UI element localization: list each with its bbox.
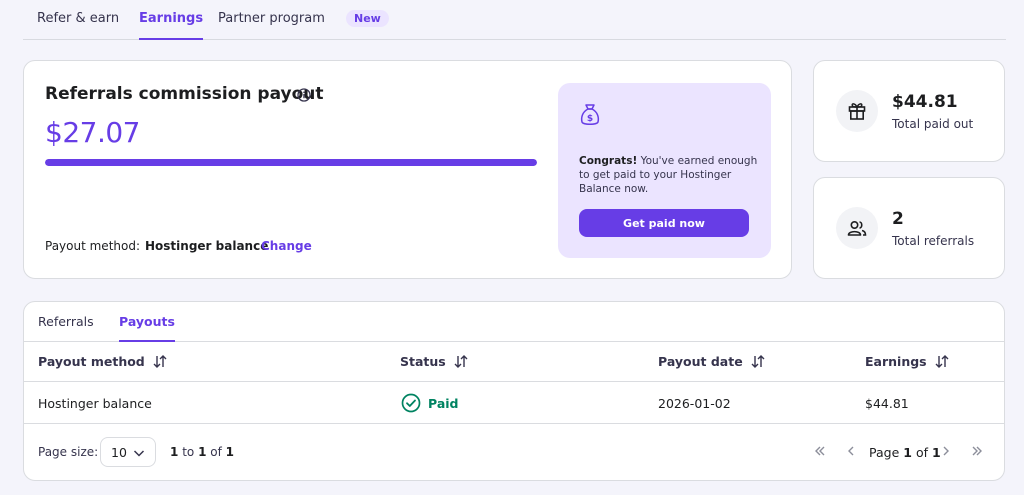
sort-icon bbox=[751, 355, 765, 368]
tab-partner-program[interactable]: Partner program bbox=[218, 11, 325, 40]
progress-fill bbox=[45, 159, 537, 166]
chevron-left-icon bbox=[848, 446, 854, 456]
sort-icon bbox=[153, 355, 167, 368]
congrats-bold: Congrats! bbox=[579, 155, 638, 167]
cell-payout-method: Hostinger balance bbox=[38, 396, 152, 411]
sort-icon bbox=[935, 355, 949, 368]
range-to-word: to bbox=[182, 445, 195, 459]
first-page-button[interactable] bbox=[811, 442, 829, 460]
check-circle-icon bbox=[401, 393, 421, 413]
range-total: 1 bbox=[225, 445, 235, 459]
pagination-range: 1 to 1 of 1 bbox=[170, 445, 234, 459]
change-payout-method-link[interactable]: Change bbox=[261, 239, 312, 253]
commission-card: Referrals commission payout $27.07 Payou… bbox=[23, 60, 792, 279]
table-header: Payout method Status Payout date Earning… bbox=[24, 342, 1004, 382]
top-tabs: Refer & earn Earnings Partner program Ne… bbox=[23, 0, 1006, 40]
payout-method-label: Payout method: bbox=[45, 239, 141, 253]
chevron-right-icon bbox=[943, 446, 949, 456]
users-icon bbox=[847, 220, 867, 236]
total-paid-out-label: Total paid out bbox=[892, 117, 974, 131]
tab-earnings[interactable]: Earnings bbox=[139, 11, 204, 40]
gift-icon bbox=[848, 103, 866, 120]
column-label: Earnings bbox=[865, 354, 927, 369]
cell-earnings: $44.81 bbox=[865, 396, 909, 411]
commission-amount: $27.07 bbox=[45, 116, 140, 149]
previous-page-button[interactable] bbox=[842, 442, 860, 460]
payouts-table-card: Referrals Payouts Payout method Status P… bbox=[23, 301, 1005, 481]
page-indicator: Page 1 of 1 bbox=[869, 445, 941, 460]
column-label: Status bbox=[400, 354, 446, 369]
column-label: Payout method bbox=[38, 354, 145, 369]
stat-icon-circle bbox=[836, 207, 878, 249]
cell-payout-date: 2026-01-02 bbox=[658, 396, 731, 411]
page-size-select[interactable]: 10 bbox=[100, 437, 156, 467]
page-word: Page bbox=[869, 445, 900, 460]
congrats-panel: $ Congrats! You've earned enough to get … bbox=[558, 83, 771, 258]
congrats-message: Congrats! You've earned enough to get pa… bbox=[579, 154, 759, 196]
sort-icon bbox=[454, 355, 468, 368]
range-from: 1 bbox=[170, 445, 179, 459]
commission-title: Referrals commission payout bbox=[45, 84, 324, 104]
total-paid-out-value: $44.81 bbox=[892, 92, 958, 112]
column-status[interactable]: Status bbox=[400, 354, 468, 369]
status-badge: Paid bbox=[428, 396, 459, 411]
table-row: Hostinger balance Paid 2026-01-02 $44.81 bbox=[24, 383, 1004, 424]
column-payout-method[interactable]: Payout method bbox=[38, 354, 167, 369]
tab-payouts[interactable]: Payouts bbox=[119, 314, 175, 342]
page-size-label: Page size: bbox=[38, 445, 99, 459]
column-payout-date[interactable]: Payout date bbox=[658, 354, 765, 369]
info-icon[interactable] bbox=[297, 88, 311, 102]
stat-icon-circle bbox=[836, 90, 878, 132]
payout-method-value: Hostinger balance bbox=[145, 239, 269, 253]
range-of-word: of bbox=[210, 445, 222, 459]
chevrons-left-icon bbox=[815, 446, 825, 456]
total-referrals-label: Total referrals bbox=[892, 234, 975, 248]
tab-refer-and-earn[interactable]: Refer & earn bbox=[37, 11, 119, 40]
current-page: 1 bbox=[903, 445, 912, 460]
table-tabs: Referrals Payouts bbox=[24, 302, 1004, 342]
page-size-value: 10 bbox=[111, 445, 127, 460]
money-bag-icon: $ bbox=[580, 104, 600, 125]
new-badge: New bbox=[346, 10, 389, 27]
total-referrals-value: 2 bbox=[892, 209, 904, 229]
last-page-button[interactable] bbox=[968, 442, 986, 460]
svg-text:$: $ bbox=[587, 114, 593, 124]
page-of-word: of bbox=[915, 445, 928, 460]
tab-referrals[interactable]: Referrals bbox=[38, 314, 94, 342]
total-referrals-card: 2 Total referrals bbox=[813, 177, 1005, 279]
column-earnings[interactable]: Earnings bbox=[865, 354, 949, 369]
column-label: Payout date bbox=[658, 354, 743, 369]
chevrons-right-icon bbox=[972, 446, 982, 456]
chevron-down-icon bbox=[133, 450, 145, 457]
range-to: 1 bbox=[198, 445, 207, 459]
total-paid-out-card: $44.81 Total paid out bbox=[813, 60, 1005, 162]
commission-progress-bar bbox=[45, 159, 537, 166]
next-page-button[interactable] bbox=[937, 442, 955, 460]
get-paid-now-button[interactable]: Get paid now bbox=[579, 209, 749, 237]
